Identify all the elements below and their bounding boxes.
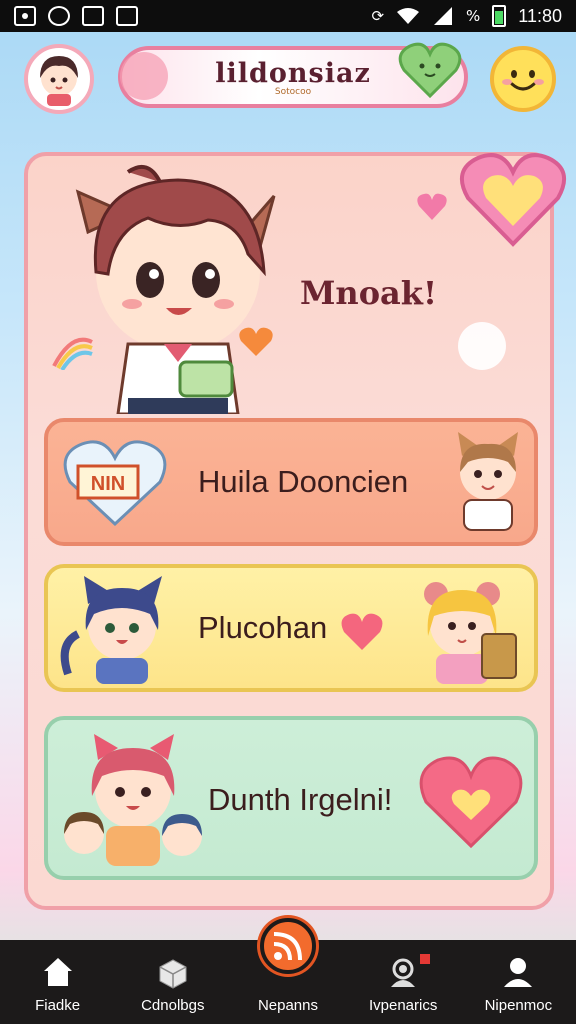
speech-heart-sign-icon: NIN [63, 440, 167, 527]
nav-label-support: Ivpenarics [368, 997, 438, 1014]
notification-badge [420, 954, 431, 964]
glossy-pink-heart-icon [419, 756, 523, 849]
nav-center-bubble [259, 918, 316, 974]
menu-row-1-label: Huila Dooncien [198, 464, 409, 499]
nav-item-home[interactable]: Fiadke [3, 940, 113, 1024]
image-icon [14, 6, 36, 26]
app-subtitle: Sotocoo [274, 86, 312, 97]
status-left-icons [14, 6, 138, 26]
clock: 11:80 [518, 5, 562, 26]
smiley-face-icon [502, 70, 544, 91]
hero-section: Mnoak! [28, 153, 567, 418]
nav-item-box[interactable]: Cdnolbgs [118, 940, 228, 1024]
nav-label-feed: Nepanns [257, 997, 318, 1014]
nav-label-box: Cdnolbgs [141, 997, 205, 1014]
home-icon [43, 958, 72, 986]
app-header: lildonsiaz Sotocoo [0, 40, 576, 120]
app-title: lildonsiaz [215, 57, 371, 89]
pink-blob-decoration [120, 52, 168, 100]
bottom-navigation: Fiadke Cdnolbgs Nepanns Ivpenarics Nipen… [0, 918, 576, 1024]
battery-percent-label: % [466, 7, 481, 25]
avatar[interactable] [24, 44, 94, 114]
menu-row-3[interactable]: Dunth Irgelni! [44, 716, 538, 880]
menu-row-2-label: Plucohan [198, 610, 328, 645]
menu-row-2[interactable]: Plucohan [44, 564, 538, 692]
fox-child-character-icon [458, 432, 518, 531]
green-heart-icon [398, 42, 462, 99]
wifi-icon [397, 8, 420, 24]
character-group-icon [64, 734, 202, 866]
tiny-pink-heart-icon [417, 193, 447, 220]
avatar-girl-icon [40, 56, 78, 106]
sync-icon [48, 6, 70, 26]
lock-icon [82, 6, 104, 26]
nav-item-feed[interactable]: Nepanns [233, 918, 343, 1024]
vibrate-icon: ⟳ [371, 7, 385, 25]
nav-label-profile: Nipenmoc [484, 997, 553, 1014]
main-card: Mnoak! NIN Huila Dooncien Plucohan Dunth… [24, 152, 567, 910]
nav-item-support[interactable]: Ivpenarics [348, 940, 458, 1024]
box-icon [159, 959, 187, 989]
status-right-icons: ⟳ % 11:80 [371, 5, 562, 27]
rainbow-decoration [52, 337, 93, 370]
big-pink-heart-icon [459, 153, 567, 247]
nav-item-profile[interactable]: Nipenmoc [463, 940, 573, 1024]
battery-icon [492, 5, 507, 27]
support-icon [391, 958, 416, 987]
red-heart-icon [341, 613, 383, 650]
sign-text: NIN [91, 473, 125, 495]
check-clipboard-icon [116, 6, 138, 26]
blue-cat-girl-character-icon [60, 576, 162, 684]
cloud-decoration [458, 322, 506, 370]
rss-icon [273, 932, 302, 961]
blonde-girl-character-icon [424, 582, 517, 684]
hero-greeting: Mnoak! [300, 274, 437, 312]
nav-label-home: Fiadke [35, 997, 81, 1014]
profile-icon [504, 958, 533, 987]
menu-row-3-label: Dunth Irgelni! [208, 782, 393, 817]
cat-eared-character-illustration [75, 164, 276, 414]
smiley-button[interactable] [490, 46, 556, 112]
menu-row-1[interactable]: NIN Huila Dooncien [44, 418, 538, 546]
app-title-banner: lildonsiaz Sotocoo [118, 42, 468, 108]
small-orange-heart-icon [239, 327, 273, 356]
status-bar: ⟳ % 11:80 [0, 0, 576, 32]
signal-icon [434, 7, 453, 25]
